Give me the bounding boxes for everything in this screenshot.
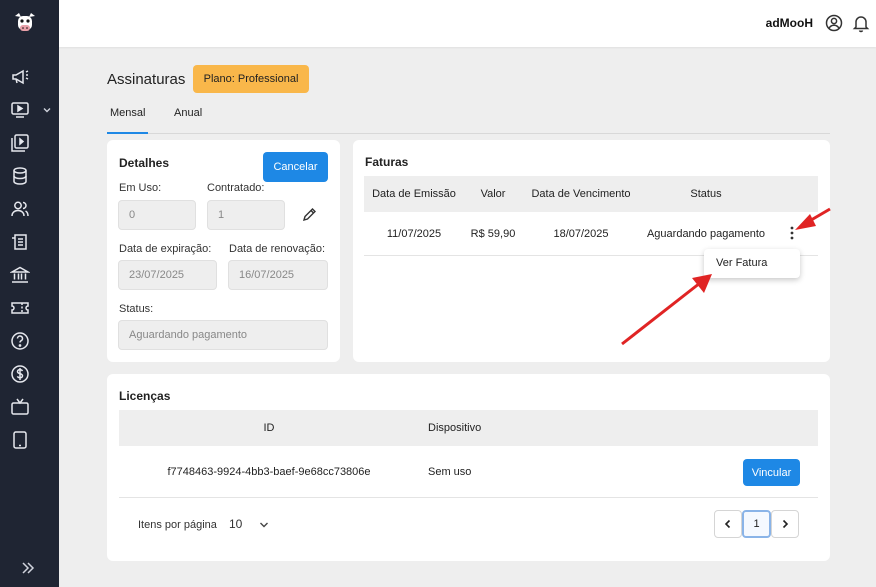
details-card: Detalhes Cancelar Em Uso: 0 Contratado: … xyxy=(107,140,340,362)
chevron-down-icon[interactable] xyxy=(258,519,270,531)
cow-logo-icon[interactable] xyxy=(12,10,38,36)
users-icon[interactable] xyxy=(10,199,30,219)
tab-mensal[interactable]: Mensal xyxy=(110,107,145,119)
tablet-icon[interactable] xyxy=(10,430,30,450)
invoice-status: Aguardando pagamento xyxy=(646,228,766,240)
contracted-field: 1 xyxy=(207,200,285,230)
licenses-title: Licenças xyxy=(119,389,171,403)
help-circle-icon[interactable] xyxy=(10,331,30,351)
items-per-page-label: Itens por página xyxy=(138,519,217,531)
licenses-table-header: ID Dispositivo xyxy=(119,410,818,446)
top-bar: adMooH xyxy=(59,0,876,47)
in-use-field: 0 xyxy=(118,200,196,230)
database-icon[interactable] xyxy=(10,166,30,186)
invoice-amount: R$ 59,90 xyxy=(470,228,516,240)
page-number-button[interactable]: 1 xyxy=(742,510,771,538)
playlist-icon[interactable] xyxy=(10,133,30,153)
cancel-button[interactable]: Cancelar xyxy=(263,152,328,182)
invoices-table-header: Data de Emissão Valor Data de Vencimento… xyxy=(364,176,818,212)
renewal-field: 16/07/2025 xyxy=(228,260,328,290)
megaphone-icon[interactable] xyxy=(10,67,30,87)
page-title: Assinaturas xyxy=(107,71,186,88)
invoice-issue-date: 11/07/2025 xyxy=(386,228,442,240)
col-device: Dispositivo xyxy=(428,422,482,434)
prev-page-button[interactable] xyxy=(714,510,742,538)
bank-icon[interactable] xyxy=(10,265,30,285)
row-divider xyxy=(119,497,818,498)
receipt-icon[interactable] xyxy=(10,232,30,252)
invoice-due-date: 18/07/2025 xyxy=(553,228,609,240)
tab-anual[interactable]: Anual xyxy=(174,107,202,119)
chevron-left-icon xyxy=(724,519,731,529)
bell-icon[interactable] xyxy=(851,13,871,33)
col-id: ID xyxy=(263,422,275,434)
sidebar xyxy=(0,0,59,587)
license-device: Sem uso xyxy=(428,466,472,478)
user-circle-icon[interactable] xyxy=(824,13,844,33)
license-id: f7748463-9924-4bb3-baef-9e68cc73806e xyxy=(167,466,371,478)
ticket-icon[interactable] xyxy=(10,298,30,318)
status-field: Aguardando pagamento xyxy=(118,320,328,350)
next-page-button[interactable] xyxy=(771,510,799,538)
items-per-page-select[interactable]: 10 xyxy=(229,517,242,531)
more-vertical-icon[interactable] xyxy=(785,225,799,241)
tv-icon[interactable] xyxy=(10,397,30,417)
pencil-edit-icon[interactable] xyxy=(301,207,317,223)
col-amount: Valor xyxy=(480,188,506,200)
link-device-button[interactable]: Vincular xyxy=(743,459,800,486)
double-chevron-right-icon[interactable] xyxy=(20,560,36,576)
active-tab-indicator xyxy=(107,132,148,134)
dollar-circle-icon[interactable] xyxy=(10,364,30,384)
tab-bar: Mensal Anual xyxy=(107,104,830,134)
invoices-title: Faturas xyxy=(365,155,409,169)
username[interactable]: adMooH xyxy=(766,16,813,30)
expiration-field: 23/07/2025 xyxy=(118,260,217,290)
video-player-icon[interactable] xyxy=(10,100,30,120)
contracted-label: Contratado: xyxy=(207,182,265,194)
renewal-label: Data de renovação: xyxy=(229,243,326,255)
details-title: Detalhes xyxy=(119,156,170,170)
expiration-label: Data de expiração: xyxy=(119,243,212,255)
invoice-context-menu: Ver Fatura xyxy=(704,249,800,278)
view-invoice-menu-item[interactable]: Ver Fatura xyxy=(716,257,767,269)
chevron-right-icon xyxy=(782,519,789,529)
plan-badge: Plano: Professional xyxy=(193,65,309,93)
col-due-date: Data de Vencimento xyxy=(531,188,631,200)
col-status: Status xyxy=(690,188,722,200)
chevron-down-icon[interactable] xyxy=(42,104,52,114)
col-issue-date: Data de Emissão xyxy=(372,188,456,200)
in-use-label: Em Uso: xyxy=(119,182,162,194)
status-label: Status: xyxy=(119,303,154,315)
